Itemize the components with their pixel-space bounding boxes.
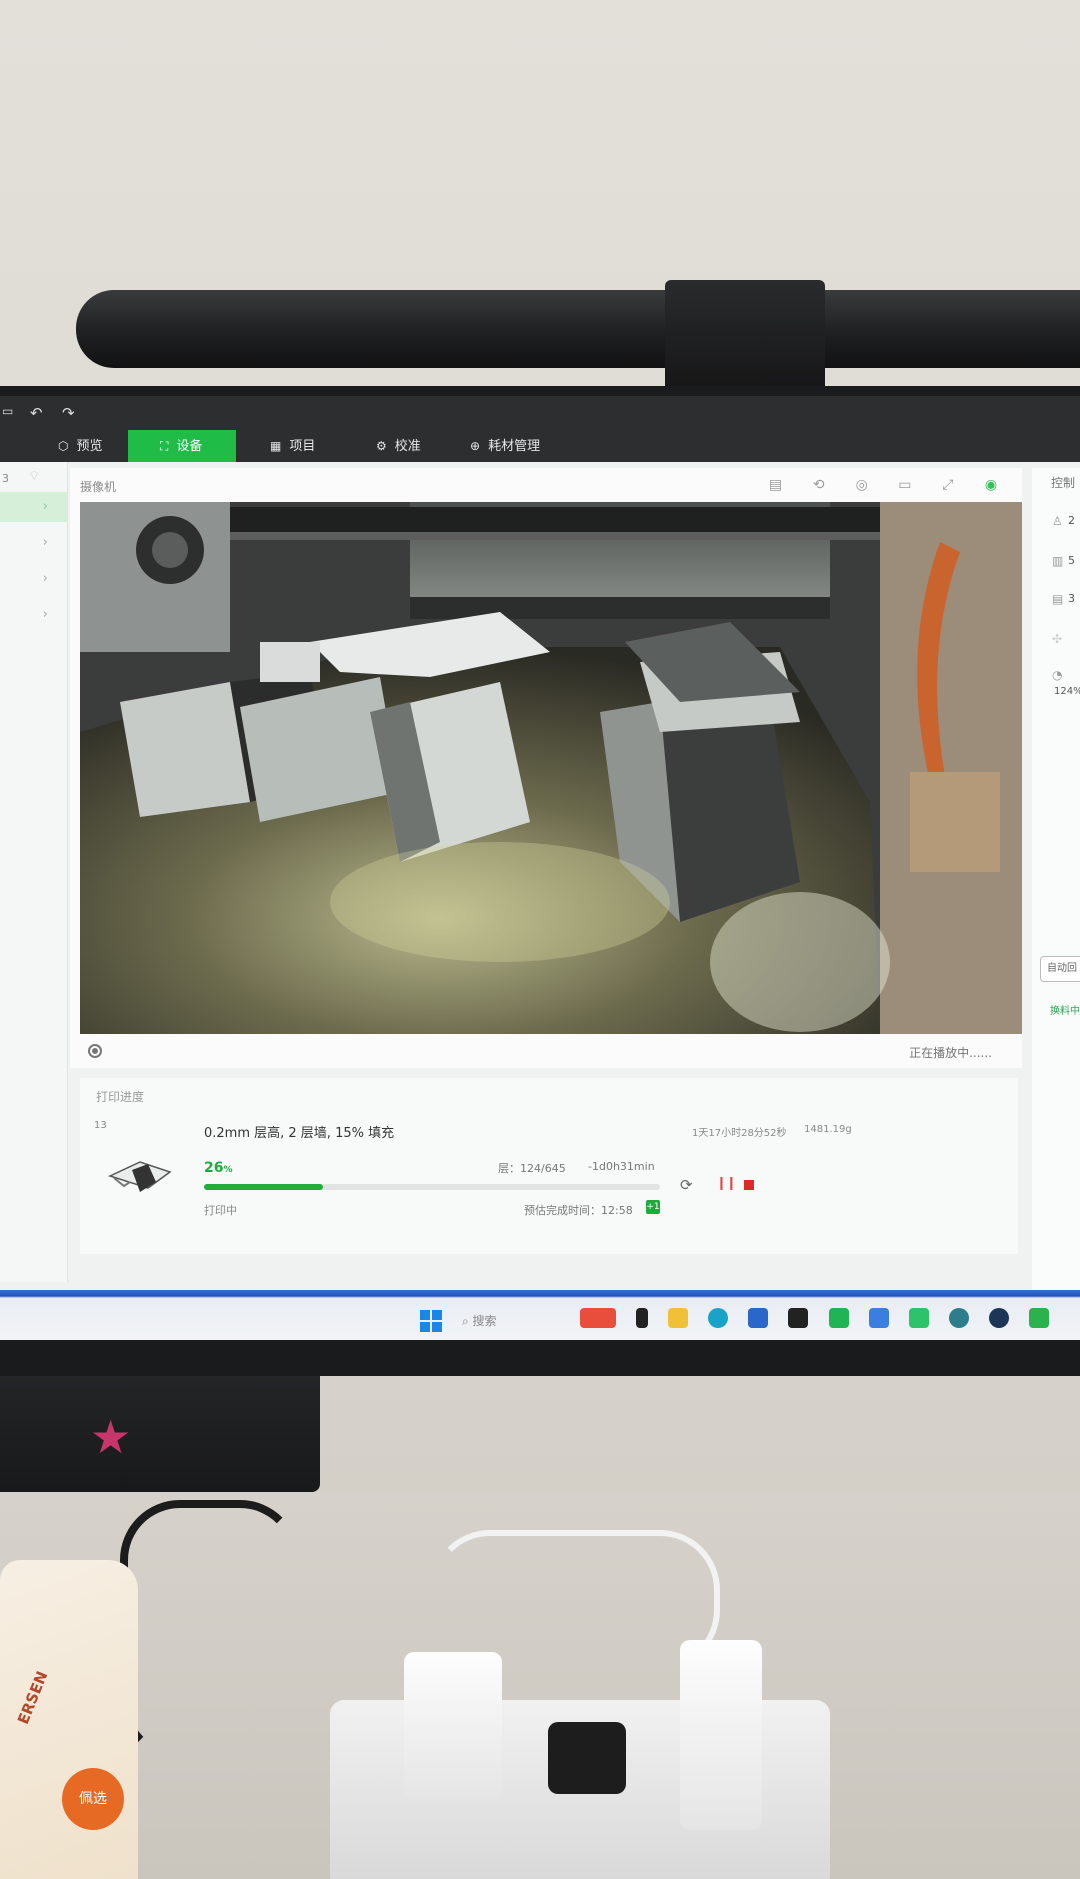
app-y-icon[interactable] xyxy=(788,1308,809,1328)
chevron-right-icon: › xyxy=(42,607,48,622)
black-plug xyxy=(548,1722,626,1794)
sidebar-item-2[interactable]: › xyxy=(0,528,68,558)
window-icon: ▭ xyxy=(2,404,14,418)
tab-preview[interactable]: ⬡ 预览 xyxy=(50,430,130,462)
chamber-temp: 3 xyxy=(1068,592,1075,605)
fan-icon[interactable]: ✣ xyxy=(1052,632,1062,646)
cube-icon: ⬡ xyxy=(58,439,69,453)
app-green-icon[interactable] xyxy=(908,1308,929,1328)
monitor-screen: ▭ ↶ ↷ ⬡ 预览 ⛶ 设备 ▦ 项目 ⚙ 校准 ⊕ 耗材管理 3 ⌔ › › › › … xyxy=(0,396,1080,1340)
monitor-stand-box xyxy=(0,1376,320,1492)
stream-status: 正在播放中...... xyxy=(909,1046,992,1060)
estimated-finish: 预估完成时间：12:58 xyxy=(524,1204,633,1217)
wifi-icon: ⌔ xyxy=(28,469,41,484)
folder-icon[interactable] xyxy=(668,1308,689,1328)
app-titlebar: ▭ ↶ ↷ xyxy=(0,396,1080,430)
mail-icon[interactable] xyxy=(868,1308,889,1328)
grid-icon: ▦ xyxy=(270,439,282,453)
camera-title: 摄像机 xyxy=(80,480,117,494)
slice-settings: 0.2mm 层高, 2 层墙, 15% 填充 xyxy=(204,1126,395,1141)
chevron-right-icon: › xyxy=(42,535,48,550)
taskbar-apps xyxy=(580,1308,1064,1334)
next-day-badge: +1 xyxy=(646,1200,660,1214)
swap-filament-status: 换料中 xyxy=(1050,1006,1080,1017)
device-icon: ⛶ xyxy=(160,439,169,453)
undo-icon[interactable]: ↶ xyxy=(30,404,43,422)
camera-switch-icon[interactable]: ⟲ xyxy=(808,474,830,496)
camera-panel: 摄像机 ▤ ⟲ ◎ ▭ ⤢ ◉ 正在播放中...... xyxy=(70,468,1022,1068)
print-bed-scene xyxy=(80,502,1022,1034)
control-title: 控制 xyxy=(1051,476,1076,490)
refresh-icon[interactable]: ⟳ xyxy=(680,1176,693,1194)
control-column: 控制 ♙ 2 ▥ 5 ▤ 3 ✣ ◔ 124% 自动回 换料中 xyxy=(1032,468,1080,1298)
record-icon[interactable]: ▭ xyxy=(894,474,916,496)
spool-icon: ⊕ xyxy=(470,439,481,453)
webcam-icon[interactable]: ◎ xyxy=(851,474,873,496)
search-icon: ⌕ xyxy=(462,1314,473,1328)
tab-device[interactable]: ⛶ 设备 xyxy=(128,430,236,462)
camera-toolbar: ▤ ⟲ ◎ ▭ ⤢ ◉ xyxy=(749,474,1002,496)
redo-icon[interactable]: ↷ xyxy=(62,404,75,422)
steam-icon[interactable] xyxy=(988,1308,1009,1328)
time-remaining: -1d0h31min xyxy=(588,1160,655,1173)
pause-button[interactable]: ❙❙ xyxy=(716,1176,737,1191)
bed-temp: 5 xyxy=(1068,554,1075,567)
progress-heading: 打印进度 xyxy=(96,1090,145,1104)
windows-start-icon[interactable] xyxy=(420,1310,442,1332)
progress-percent: 26% xyxy=(204,1160,233,1176)
camera-footer: 正在播放中...... xyxy=(80,1036,1012,1066)
light-bar-clip xyxy=(665,280,825,402)
app-terminal-icon[interactable] xyxy=(636,1308,649,1328)
main-nav: ⬡ 预览 ⛶ 设备 ▦ 项目 ⚙ 校准 ⊕ 耗材管理 xyxy=(0,430,1080,462)
usb-cable xyxy=(430,1530,720,1670)
chevron-right-icon: › xyxy=(42,499,48,514)
tab-filament[interactable]: ⊕ 耗材管理 xyxy=(462,430,572,462)
black-cable xyxy=(120,1500,300,1760)
sidebar-item-1[interactable]: › xyxy=(0,492,68,522)
auto-refill-button[interactable]: 自动回 xyxy=(1040,956,1080,982)
sidebar-item-4[interactable]: › xyxy=(0,600,68,630)
white-adapter-left xyxy=(404,1652,502,1800)
fullscreen-icon[interactable]: ⤢ xyxy=(937,474,959,496)
sd-card-icon[interactable]: ▤ xyxy=(765,474,787,496)
white-adapter-right xyxy=(680,1640,762,1830)
tab-calibration[interactable]: ⚙ 校准 xyxy=(368,430,448,462)
device-count: 3 xyxy=(2,472,9,485)
store-icon[interactable] xyxy=(748,1308,769,1328)
filament-weight: 1481.19g xyxy=(804,1124,852,1135)
chamber-icon: ▤ xyxy=(1052,592,1064,606)
gear-icon: ⚙ xyxy=(376,439,387,453)
nozzle-icon: ♙ xyxy=(1052,514,1063,528)
bed-icon: ▥ xyxy=(1052,554,1064,568)
layer-count: 层：124/645 xyxy=(498,1162,566,1175)
sidebar-item-3[interactable]: › xyxy=(0,564,68,594)
app-globe-icon[interactable] xyxy=(948,1308,969,1328)
plate-number: 13 xyxy=(94,1120,107,1131)
print-state: 打印中 xyxy=(204,1204,237,1217)
elapsed-time: 1天17小时28分52秒 xyxy=(692,1128,787,1139)
taskbar-search[interactable]: ⌕ 搜索 xyxy=(462,1312,497,1329)
progress-bar xyxy=(204,1184,660,1190)
edge-icon[interactable] xyxy=(708,1308,729,1328)
device-sidebar: 3 ⌔ › › › › xyxy=(0,462,68,1282)
speed-icon[interactable]: ◔ xyxy=(1052,668,1062,682)
windows-taskbar: ⌕ 搜索 xyxy=(0,1290,1080,1340)
camera-feed[interactable] xyxy=(80,502,1022,1034)
print-thumbnail xyxy=(107,1161,172,1192)
progress-bar-fill xyxy=(204,1184,323,1190)
print-progress-panel: 打印进度 13 0.2mm 层高, 2 层墙, 15% 填充 1天17小时28分… xyxy=(80,1078,1018,1254)
bambu-studio-icon[interactable] xyxy=(1029,1308,1050,1328)
speed-value: 124% xyxy=(1054,686,1080,697)
live-dot-icon[interactable]: ◉ xyxy=(980,474,1002,496)
tab-project[interactable]: ▦ 项目 xyxy=(262,430,342,462)
star-logo-icon: ★ xyxy=(90,1410,132,1464)
monitor-light-bar xyxy=(76,290,1080,368)
chevron-right-icon: › xyxy=(42,571,48,586)
wechat-icon[interactable] xyxy=(828,1308,849,1328)
snack-badge: 佩选 xyxy=(62,1768,124,1830)
stop-button[interactable] xyxy=(744,1180,754,1190)
app-shoe-icon[interactable] xyxy=(580,1308,616,1328)
record-toggle-icon[interactable] xyxy=(88,1044,102,1058)
nozzle-temp: 2 xyxy=(1068,514,1075,527)
